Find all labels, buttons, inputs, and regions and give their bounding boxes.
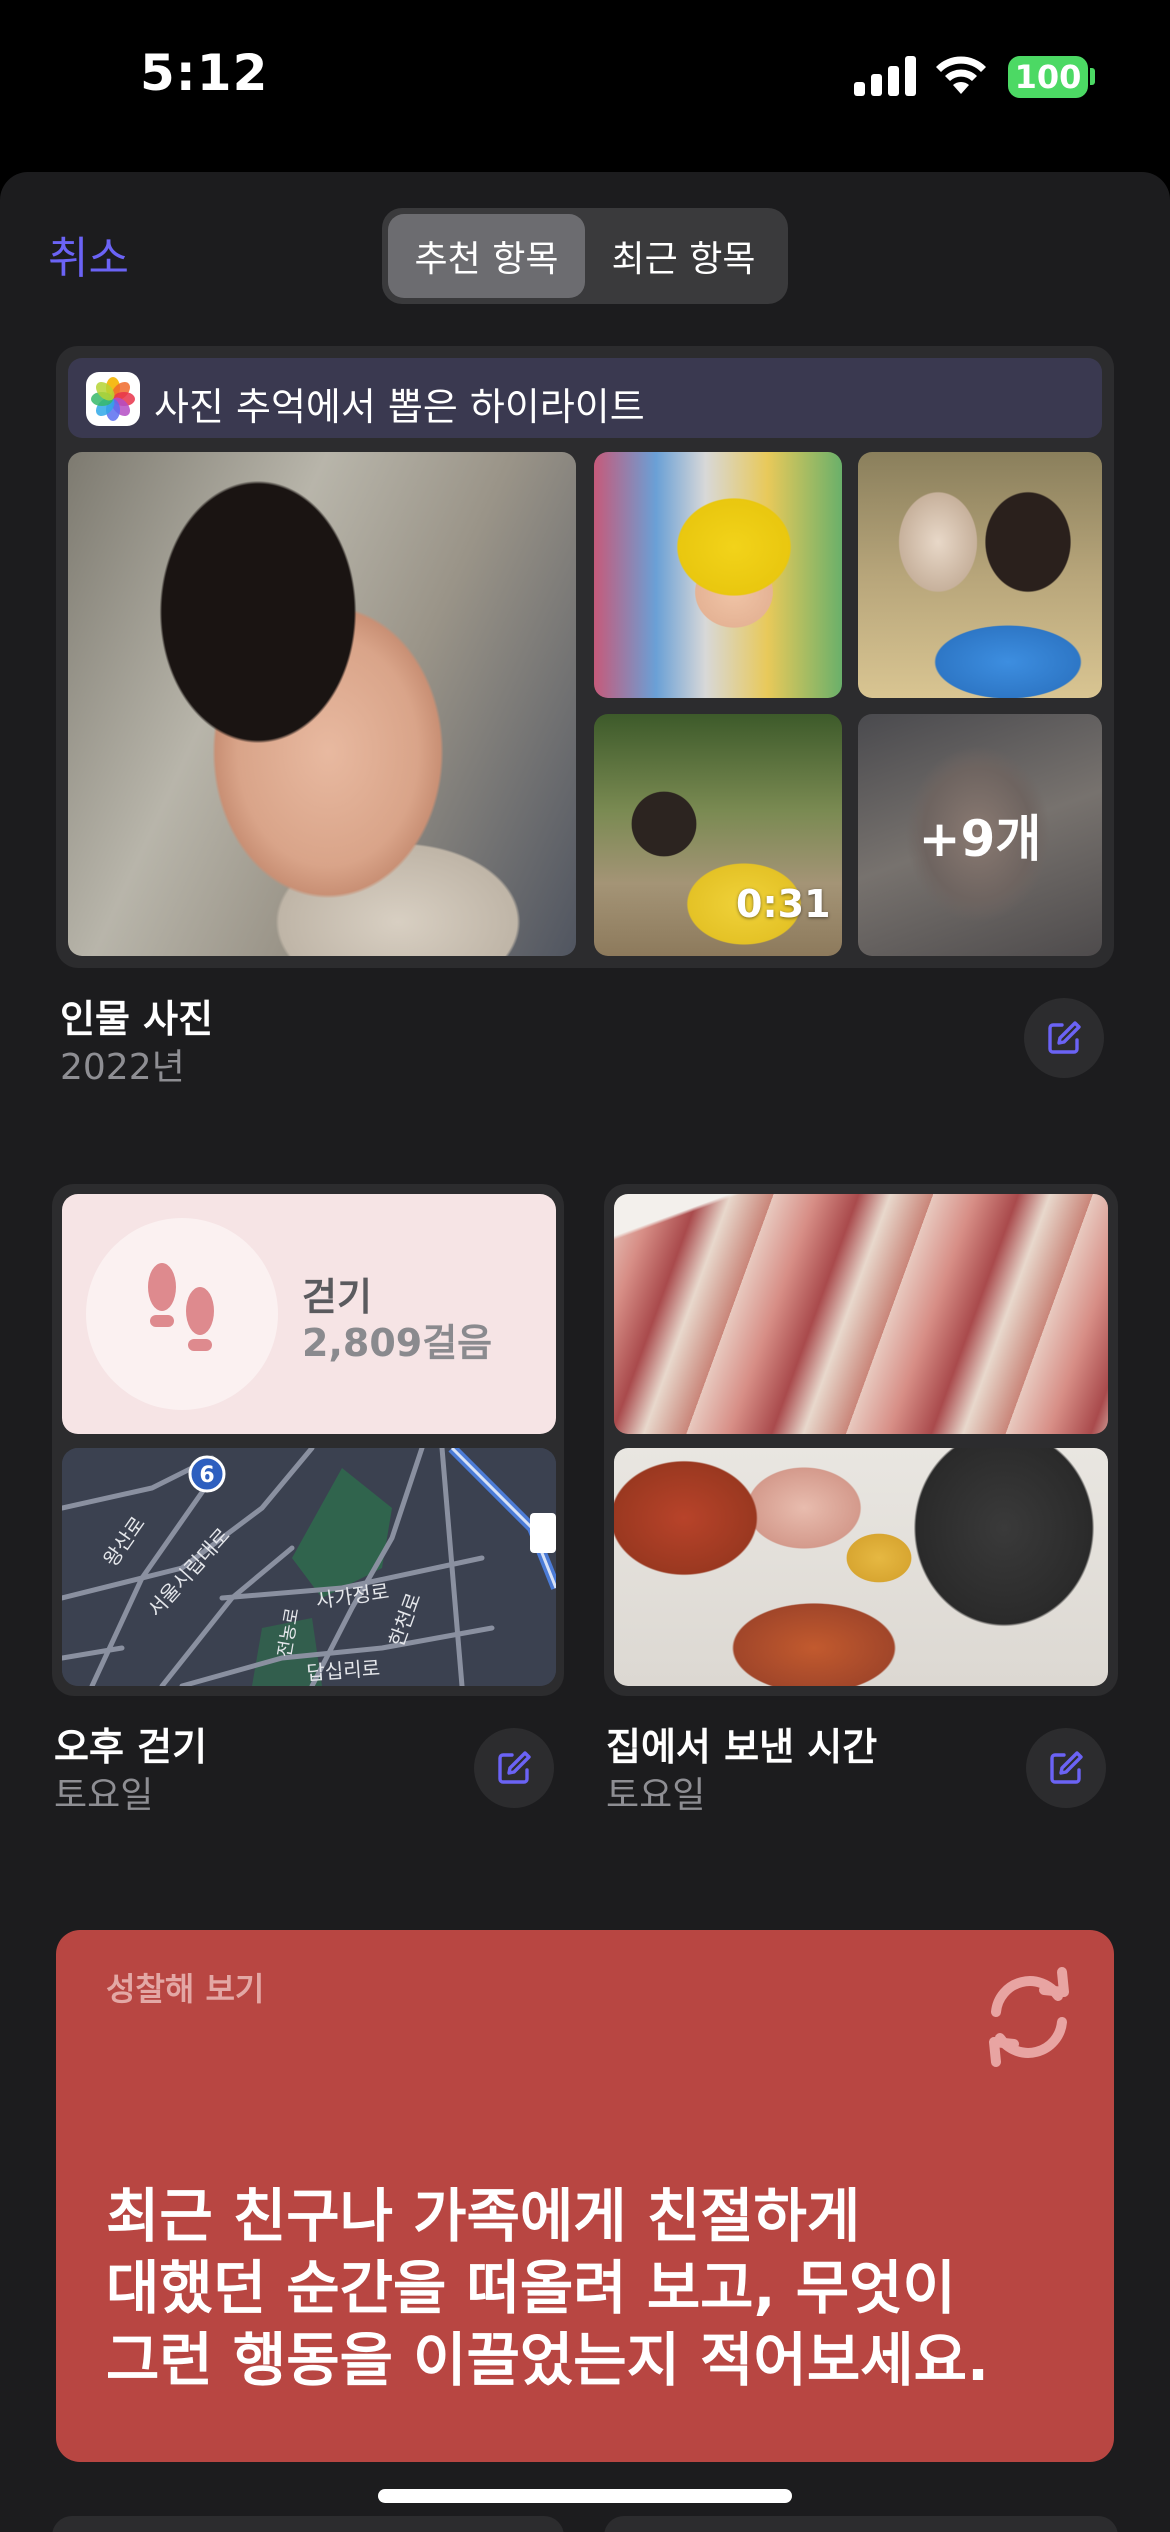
photo-thumbnail (858, 452, 1102, 698)
segmented-control: 추천 항목 최근 항목 (382, 208, 788, 304)
edit-button[interactable] (1024, 998, 1104, 1078)
battery-icon: 100 (1008, 56, 1088, 98)
home-indicator[interactable] (378, 2489, 792, 2503)
tab-recent[interactable]: 최근 항목 (585, 214, 782, 298)
refresh-icon[interactable] (974, 1962, 1084, 2072)
cancel-button[interactable]: 취소 (48, 222, 129, 286)
battery-level: 100 (1014, 58, 1082, 96)
wifi-icon (936, 56, 986, 94)
status-bar: 5:12 100 (0, 0, 1170, 160)
battery-cap (1090, 68, 1095, 85)
edit-icon (1050, 1751, 1083, 1784)
next-card-peek (604, 2516, 1118, 2532)
walk-steps-count: 2,809걸음 (302, 1321, 493, 1365)
highlight-card-title: 인물 사진 (60, 997, 214, 1041)
more-photos-count: +9개 (918, 810, 1042, 868)
edit-button[interactable] (1026, 1728, 1106, 1808)
footprints-badge (86, 1218, 278, 1410)
photo-main (68, 452, 576, 956)
edit-button[interactable] (474, 1728, 554, 1808)
edit-icon (498, 1751, 531, 1784)
reflection-prompt-text: 최근 친구나 가족에게 친절하게 대했던 순간을 떠올려 보고, 무엇이 그런 … (106, 2182, 990, 2394)
signal-icon (854, 56, 916, 96)
status-time: 5:12 (140, 44, 269, 102)
video-duration: 0:31 (736, 882, 831, 926)
highlight-header-title: 사진 추억에서 뽑은 하이라이트 (154, 385, 645, 429)
map-route-badge: 6 (199, 1463, 214, 1488)
edit-icon (1048, 1021, 1081, 1054)
highlight-card-subtitle: 2022년 (60, 1047, 185, 1088)
footprints-icon (148, 1263, 214, 1351)
photo-thumbnail (594, 452, 842, 698)
photos-app-icon (86, 372, 140, 426)
home-card-subtitle: 토요일 (606, 1775, 706, 1816)
food-photo (614, 1448, 1108, 1686)
food-photo (614, 1194, 1108, 1434)
map-label: 답십리로 (306, 1656, 381, 1685)
walk-route-map: 6 왕산로 서울시립대로 사가정로 답십리로 한천로 전농로 (62, 1448, 556, 1686)
home-card-title: 집에서 보낸 시간 (606, 1725, 878, 1769)
next-card-peek (52, 2516, 564, 2532)
walk-card-subtitle: 토요일 (54, 1775, 154, 1816)
tab-recommended[interactable]: 추천 항목 (388, 214, 585, 298)
reflection-label: 성찰해 보기 (106, 1970, 265, 2008)
walk-card-title: 오후 걷기 (54, 1725, 208, 1769)
